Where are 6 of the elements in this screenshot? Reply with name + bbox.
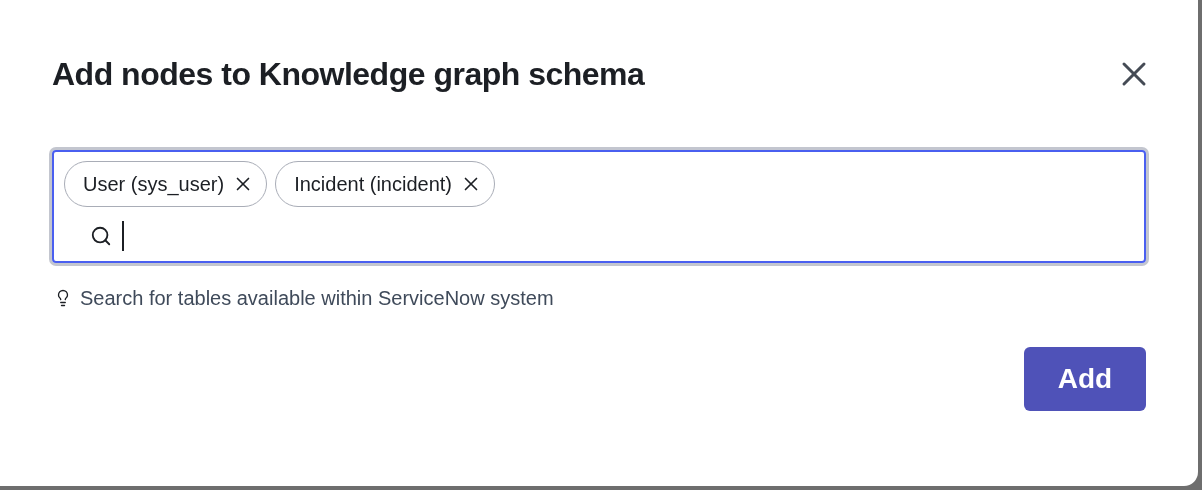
add-button[interactable]: Add	[1024, 347, 1146, 411]
table-search-field[interactable]: User (sys_user) Incident (incident)	[52, 150, 1146, 263]
search-icon	[90, 225, 112, 247]
text-cursor	[122, 221, 124, 251]
dialog-title: Add nodes to Knowledge graph schema	[52, 55, 645, 94]
hint-text: Search for tables available within ServiceNow system	[80, 286, 554, 311]
